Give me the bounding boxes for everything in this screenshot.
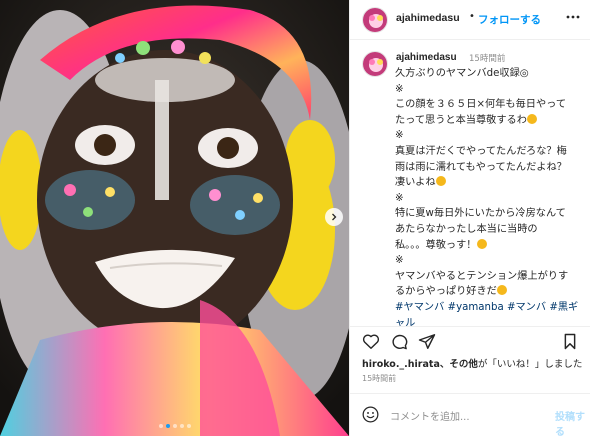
chevron-right-icon — [332, 213, 337, 221]
likes-text: が「いいね！」しました — [477, 359, 583, 370]
comment-button[interactable] — [390, 333, 408, 354]
caption-avatar[interactable] — [362, 51, 388, 77]
post-timestamp: 15時間前 — [362, 374, 397, 383]
post-sidebar: ajahimedasu • フォローする ajahimedasu 15時間前 久… — [349, 0, 590, 436]
share-icon — [418, 334, 436, 349]
caption-line: ※ — [395, 83, 404, 95]
caption-line: 久方ぶりのヤマンバde収録◎ — [395, 68, 529, 79]
caption-username[interactable]: ajahimedasu — [396, 52, 457, 63]
liker-username[interactable]: hiroko._.hirata — [362, 359, 440, 370]
caption-line: #ヤマンバ #yamanba #マンバ #黒ギャル — [395, 300, 585, 326]
emoji-icon — [476, 238, 487, 249]
caption-line: 私。。。尊敬っす！ — [395, 238, 585, 254]
carousel-dot — [186, 424, 191, 428]
caption-line: あたらなかったし本当に当時の — [395, 223, 538, 235]
next-photo-button[interactable] — [325, 208, 343, 226]
more-horizontal-icon — [566, 15, 580, 19]
caption-line: 真夏は汗だくでやってたんだろな？梅 — [395, 145, 567, 157]
caption-line: ※ — [395, 130, 404, 142]
caption-line: るからやっぱり好きだ — [395, 284, 585, 300]
comment-input[interactable]: コメントを追加... — [390, 408, 470, 423]
smiley-icon — [362, 406, 379, 423]
follow-button[interactable]: フォローする — [478, 12, 541, 27]
hashtag-link[interactable]: #マンバ — [507, 302, 546, 313]
caption-line: たって思うと本当尊敬するわ — [395, 113, 585, 129]
avatar[interactable] — [362, 7, 388, 33]
caption-line: 特に夏w毎日外にいたから冷房なんて — [395, 208, 566, 220]
caption-line: 雨は雨に濡れてもやってたんだよね？ — [395, 161, 567, 173]
likes-summary: hiroko._.hirata、その他が「いいね！」しました — [362, 356, 582, 370]
emoji-icon — [435, 176, 446, 187]
emoji-button[interactable] — [362, 406, 379, 427]
separator-dot: • — [469, 11, 475, 22]
header-username[interactable]: ajahimedasu — [396, 12, 460, 24]
hashtag-link[interactable]: #ヤマンバ — [395, 302, 444, 313]
like-button[interactable] — [362, 333, 380, 354]
caption-text: 久方ぶりのヤマンバde収録◎ ※ この顔を３６５日×何年も毎日やってたって思うと本当… — [395, 66, 585, 326]
more-options-button[interactable] — [566, 10, 580, 26]
heart-icon — [362, 334, 380, 349]
caption-line: ※ — [395, 192, 404, 204]
caption-line: 凄いよね — [395, 175, 585, 191]
carousel-indicator — [0, 424, 349, 428]
comment-icon — [392, 334, 408, 350]
comment-composer: コメントを追加... 投稿する — [350, 393, 590, 436]
emoji-icon — [496, 285, 507, 296]
carousel-dot — [179, 424, 184, 428]
post-header: ajahimedasu • フォローする — [350, 0, 590, 40]
emoji-icon — [526, 113, 537, 124]
bookmark-icon — [564, 333, 576, 350]
post-photo[interactable] — [0, 0, 349, 436]
caption-line: ※ — [395, 255, 404, 267]
post-image — [0, 0, 349, 436]
caption-line: ヤマンバやるとテンション爆上がりす — [395, 270, 569, 282]
post-comment-button[interactable]: 投稿する — [555, 408, 590, 436]
save-button[interactable] — [562, 333, 578, 354]
likes-others[interactable]: 、その他 — [440, 359, 478, 370]
share-button[interactable] — [418, 333, 436, 354]
carousel-dot — [172, 424, 177, 428]
caption-timestamp: 15時間前 — [469, 54, 506, 64]
comments-area[interactable]: ajahimedasu 15時間前 久方ぶりのヤマンバde収録◎ ※ この顔を３６５… — [350, 41, 590, 326]
caption-line: この顔を３６５日×何年も毎日やって — [395, 99, 567, 111]
hashtag-link[interactable]: #yamanba — [448, 302, 504, 313]
carousel-dot — [165, 424, 170, 428]
carousel-dot — [158, 424, 163, 428]
